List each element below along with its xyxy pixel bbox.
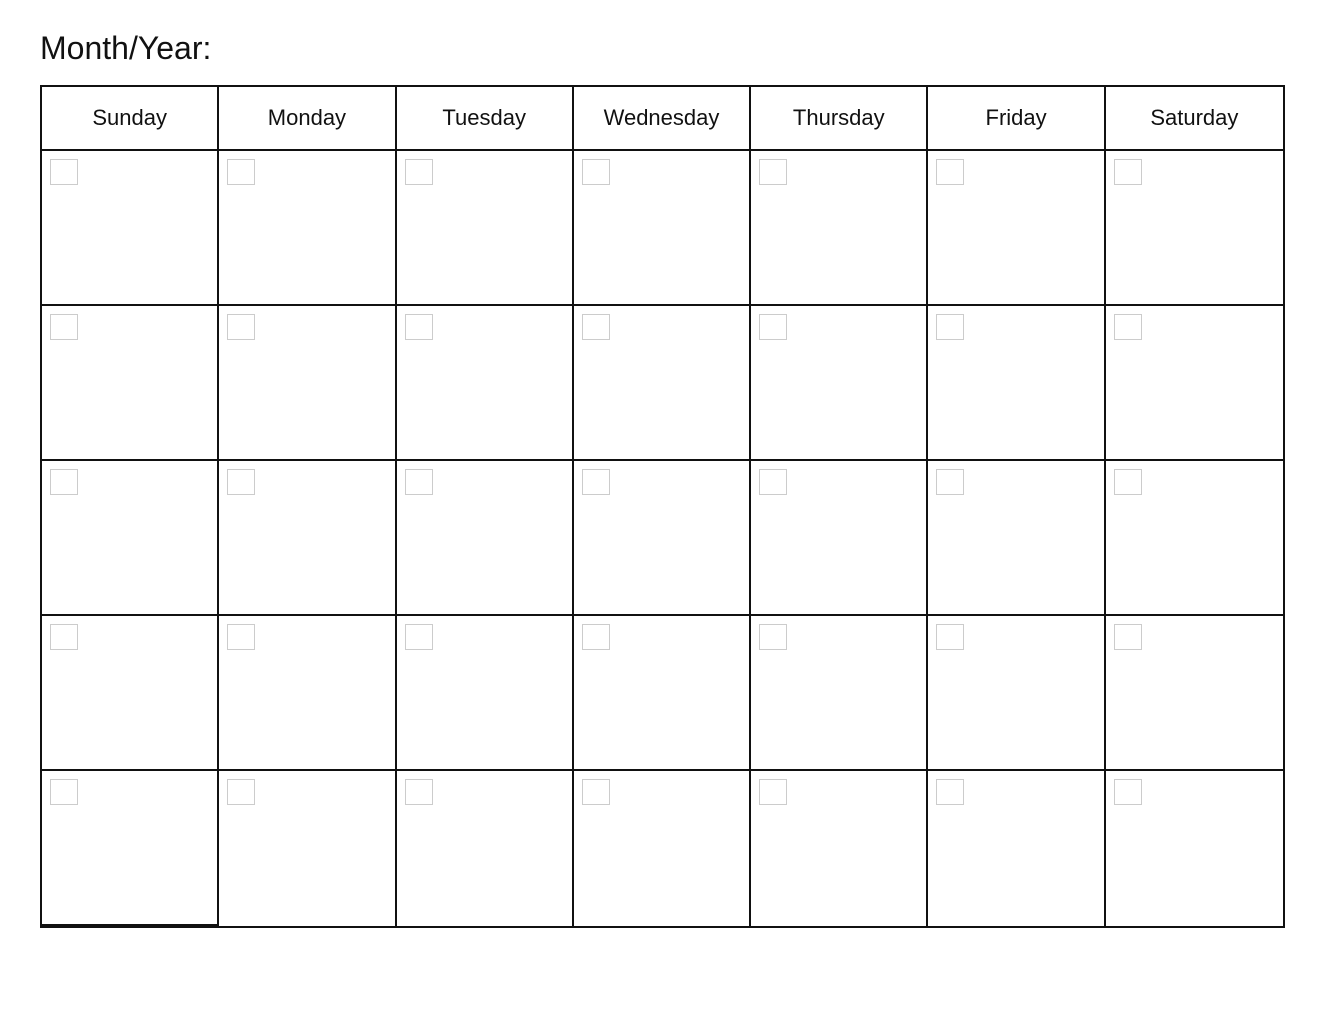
calendar-cell[interactable]	[219, 306, 396, 461]
date-number-box	[50, 779, 78, 805]
date-number-box	[936, 469, 964, 495]
header-friday: Friday	[928, 87, 1105, 149]
date-number-box	[582, 624, 610, 650]
calendar-cell[interactable]	[574, 771, 751, 926]
date-number-box	[936, 624, 964, 650]
date-number-box	[582, 159, 610, 185]
date-number-box	[759, 159, 787, 185]
date-number-box	[759, 624, 787, 650]
date-number-box	[759, 469, 787, 495]
header-thursday: Thursday	[751, 87, 928, 149]
calendar-cell[interactable]	[397, 306, 574, 461]
date-number-box	[405, 469, 433, 495]
calendar-cell[interactable]	[574, 461, 751, 616]
calendar-cell[interactable]	[928, 616, 1105, 771]
calendar-container: Sunday Monday Tuesday Wednesday Thursday…	[40, 85, 1285, 928]
calendar-cell[interactable]	[574, 616, 751, 771]
date-number-box	[50, 469, 78, 495]
date-number-box	[582, 779, 610, 805]
date-number-box	[1114, 779, 1142, 805]
calendar-cell[interactable]	[42, 461, 219, 616]
calendar-cell[interactable]	[928, 306, 1105, 461]
date-number-box	[405, 779, 433, 805]
date-number-box	[1114, 314, 1142, 340]
date-number-box	[405, 159, 433, 185]
calendar-body	[42, 151, 1283, 926]
date-number-box	[936, 779, 964, 805]
header-tuesday: Tuesday	[397, 87, 574, 149]
date-number-box	[50, 314, 78, 340]
header-monday: Monday	[219, 87, 396, 149]
date-number-box	[227, 159, 255, 185]
calendar-cell[interactable]	[1106, 151, 1283, 306]
date-number-box	[936, 314, 964, 340]
calendar-cell[interactable]	[751, 306, 928, 461]
date-number-box	[405, 624, 433, 650]
header-wednesday: Wednesday	[574, 87, 751, 149]
calendar-cell[interactable]	[751, 151, 928, 306]
calendar-cell[interactable]	[219, 151, 396, 306]
calendar-cell[interactable]	[1106, 771, 1283, 926]
calendar-cell[interactable]	[928, 771, 1105, 926]
calendar-cell[interactable]	[397, 771, 574, 926]
calendar-cell[interactable]	[1106, 616, 1283, 771]
calendar-cell[interactable]	[928, 151, 1105, 306]
date-number-box	[227, 624, 255, 650]
calendar-cell[interactable]	[219, 771, 396, 926]
header-saturday: Saturday	[1106, 87, 1283, 149]
month-year-label: Month/Year:	[40, 30, 1285, 67]
calendar-cell[interactable]	[219, 616, 396, 771]
calendar-cell[interactable]	[42, 771, 219, 926]
calendar-cell[interactable]	[751, 461, 928, 616]
header-sunday: Sunday	[42, 87, 219, 149]
date-number-box	[759, 314, 787, 340]
calendar-cell[interactable]	[42, 306, 219, 461]
date-number-box	[50, 159, 78, 185]
calendar-cell[interactable]	[397, 616, 574, 771]
date-number-box	[227, 779, 255, 805]
date-number-box	[1114, 469, 1142, 495]
calendar-cell[interactable]	[928, 461, 1105, 616]
date-number-box	[936, 159, 964, 185]
calendar-header: Sunday Monday Tuesday Wednesday Thursday…	[42, 87, 1283, 151]
date-number-box	[227, 314, 255, 340]
calendar-cell[interactable]	[397, 461, 574, 616]
date-number-box	[759, 779, 787, 805]
calendar-cell[interactable]	[751, 771, 928, 926]
calendar-cell[interactable]	[397, 151, 574, 306]
calendar-cell[interactable]	[1106, 306, 1283, 461]
calendar-cell[interactable]	[1106, 461, 1283, 616]
calendar-cell[interactable]	[574, 151, 751, 306]
date-number-box	[227, 469, 255, 495]
calendar-cell[interactable]	[574, 306, 751, 461]
calendar-cell[interactable]	[219, 461, 396, 616]
date-number-box	[50, 624, 78, 650]
date-number-box	[1114, 159, 1142, 185]
date-number-box	[405, 314, 433, 340]
date-number-box	[582, 314, 610, 340]
calendar-cell[interactable]	[42, 616, 219, 771]
date-number-box	[1114, 624, 1142, 650]
calendar-cell[interactable]	[42, 151, 219, 306]
calendar-cell[interactable]	[751, 616, 928, 771]
date-number-box	[582, 469, 610, 495]
